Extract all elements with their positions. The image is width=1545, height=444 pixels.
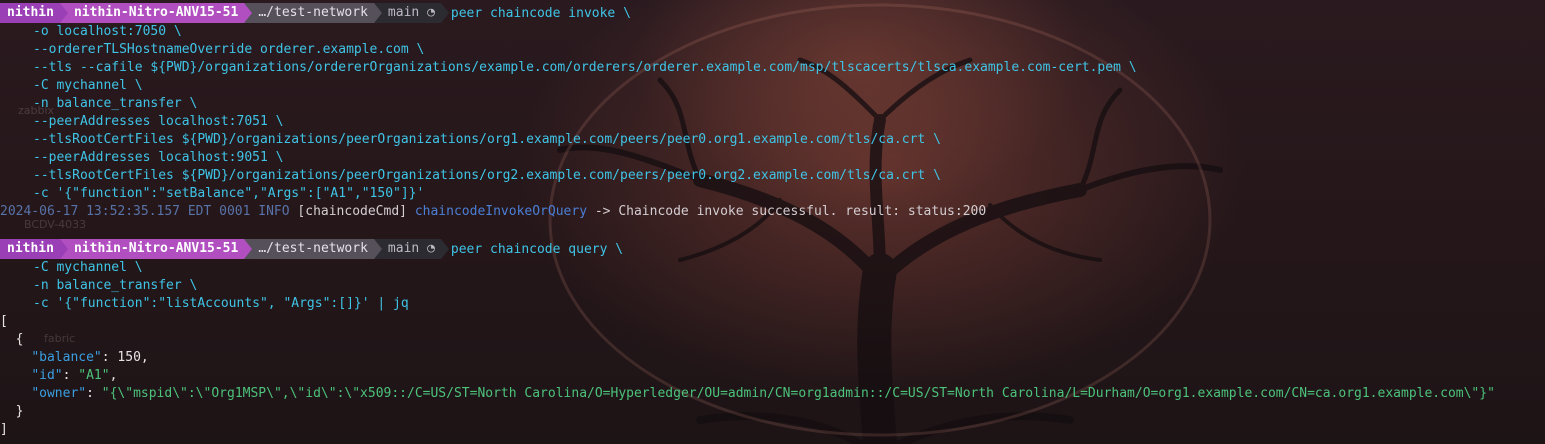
prompt-user-segment: nithin [0,3,68,23]
json-key: "id" [31,368,63,383]
command-continuation-line: --peerAddresses localhost:9051 \ [33,150,284,165]
command-continuation-line: --ordererTLSHostnameOverride orderer.exa… [33,42,425,57]
prompt-host-segment: nithin-Nitro-ANV15-51 [59,3,253,23]
prompt-host-segment: nithin-Nitro-ANV15-51 [59,239,253,259]
command-continuation-line: --peerAddresses localhost:7051 \ [33,114,284,129]
log-tag: [chaincodeCmd] [289,204,415,219]
json-string-value: "A1" [78,368,110,383]
json-output-line: ] [0,422,8,437]
command-continuation-line: -n balance_transfer \ [33,278,198,293]
json-key: "owner" [31,386,87,401]
prompt-path-segment: …/test-network [244,239,382,259]
command-continuation-line: -n balance_transfer \ [33,96,198,111]
json-output-line: { [0,332,24,347]
command-continuation-line: --tlsRootCertFiles ${PWD}/organizations/… [33,132,941,147]
json-field-id: "id": "A1", [31,368,118,383]
git-status-icon: ◔ [427,5,435,20]
json-field-owner: "owner": "{\"mspid\":\"Org1MSP\",\"id\":… [31,386,1495,401]
json-field-balance: "balance": 150, [31,350,149,365]
command-continuation-line: -c '{"function":"listAccounts", "Args":[… [33,296,409,311]
command-continuation-line: -C mychannel \ [33,78,143,93]
json-string-value: "{\"mspid\":\"Org1MSP\",\"id\":\"x509::/… [101,386,1495,401]
git-status-icon: ◔ [427,241,435,256]
prompt-git-segment: main ◔ [373,239,449,259]
log-function: chaincodeInvokeOrQuery [414,204,588,219]
json-key: "balance" [31,350,102,365]
command-text: peer chaincode invoke \ [450,5,631,21]
json-number-value: 150 [117,350,141,365]
log-message: -> Chaincode invoke successful. result: … [587,204,987,219]
command-continuation-line: --tlsRootCertFiles ${PWD}/organizations/… [33,168,941,183]
log-timestamp: 2024-06-17 13:52:35.157 EDT 0001 INFO [0,204,290,219]
command-continuation-line: --tls --cafile ${PWD}/organizations/orde… [33,60,1137,75]
terminal-window[interactable]: nithin nithin-Nitro-ANV15-51 …/test-netw… [0,0,1545,439]
command-continuation-line: -c '{"function":"setBalance","Args":["A1… [33,186,425,201]
json-output-line: [ [0,314,8,329]
prompt-path-segment: …/test-network [244,3,382,23]
command-continuation-line: -o localhost:7050 \ [33,24,182,39]
shell-prompt: nithin nithin-Nitro-ANV15-51 …/test-netw… [0,239,1545,259]
command-continuation-line: -C mychannel \ [33,260,143,275]
shell-prompt: nithin nithin-Nitro-ANV15-51 …/test-netw… [0,3,1545,23]
prompt-git-segment: main ◔ [373,3,449,23]
command-text: peer chaincode query \ [450,241,624,257]
prompt-user-segment: nithin [0,239,68,259]
log-output-line: 2024-06-17 13:52:35.157 EDT 0001 INFO [c… [0,203,1545,221]
json-output-line: } [0,404,24,419]
